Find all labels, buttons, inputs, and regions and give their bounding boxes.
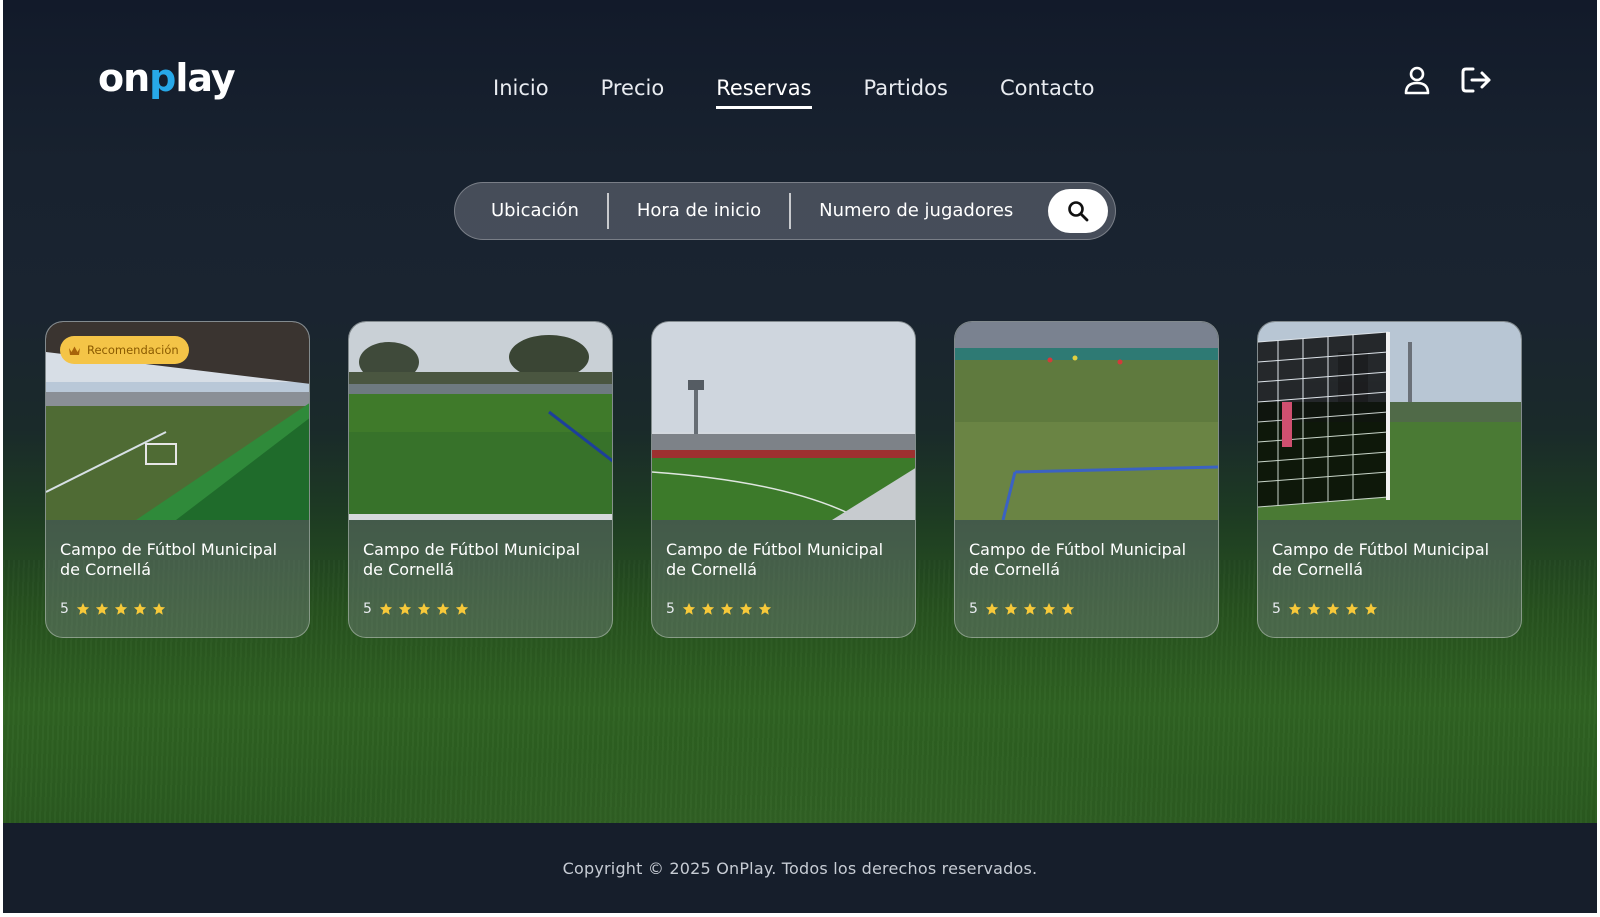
star-icon (455, 602, 469, 615)
star-icon (1288, 602, 1302, 615)
star-icon (985, 602, 999, 615)
star-icon (133, 602, 147, 615)
field-card[interactable]: Campo de Fútbol Municipal de Cornellá 5 (1257, 321, 1522, 638)
star-icon (417, 602, 431, 615)
star-icon (436, 602, 450, 615)
star-icon (114, 602, 128, 615)
nav-inicio[interactable]: Inicio (493, 76, 549, 109)
nav-contacto[interactable]: Contacto (1000, 76, 1095, 109)
rating-value: 5 (60, 601, 69, 617)
field-name: Campo de Fútbol Municipal de Cornellá (666, 540, 884, 579)
field-rating: 5 (666, 601, 772, 617)
field-name: Campo de Fútbol Municipal de Cornellá (60, 540, 278, 579)
field-name: Campo de Fútbol Municipal de Cornellá (1272, 540, 1490, 579)
nav-precio[interactable]: Precio (601, 76, 665, 109)
star-icon (1004, 602, 1018, 615)
field-rating: 5 (60, 601, 166, 617)
star-icon (1042, 602, 1056, 615)
field-photo (652, 322, 915, 520)
rating-value: 5 (1272, 601, 1281, 617)
rating-value: 5 (363, 601, 372, 617)
logout-icon (1461, 67, 1491, 93)
rating-value: 5 (666, 601, 675, 617)
page: onplay Inicio Precio Reservas Partidos C… (3, 0, 1597, 913)
rating-value: 5 (969, 601, 978, 617)
recommendation-badge: Recomendación (60, 336, 189, 364)
star-icon (682, 602, 696, 615)
field-photo (955, 322, 1218, 520)
star-icon (720, 602, 734, 615)
search-button[interactable] (1048, 189, 1108, 233)
logout-button[interactable] (1459, 62, 1495, 98)
star-icon (76, 602, 90, 615)
field-card[interactable]: Campo de Fútbol Municipal de Cornellá 5 (348, 321, 613, 638)
search-icon (1068, 201, 1089, 222)
footer: Copyright © 2025 OnPlay. Todos los derec… (3, 823, 1597, 913)
star-icon (95, 602, 109, 615)
logo-prefix: on (98, 56, 150, 100)
field-photo (349, 322, 612, 520)
field-card[interactable]: Campo de Fútbol Municipal de Cornellá 5 (954, 321, 1219, 638)
badge-label: Recomendación (87, 343, 179, 357)
field-photo (1258, 322, 1521, 520)
field-rating: 5 (1272, 601, 1378, 617)
crown-icon (69, 346, 80, 355)
location-field[interactable]: Ubicación (455, 193, 607, 229)
star-icon (1345, 602, 1359, 615)
field-rating: 5 (969, 601, 1075, 617)
profile-button[interactable] (1399, 62, 1435, 98)
logo-suffix: lay (175, 56, 235, 100)
star-icon (152, 602, 166, 615)
start-time-field[interactable]: Hora de inicio (609, 193, 789, 229)
field-cards: Recomendación Campo de Fútbol Municipal … (45, 321, 1522, 638)
copyright-text: Copyright © 2025 OnPlay. Todos los derec… (562, 858, 1038, 878)
search-bar: Ubicación Hora de inicio Numero de jugad… (454, 182, 1116, 240)
logo[interactable]: onplay (98, 56, 236, 100)
star-icon (398, 602, 412, 615)
players-field[interactable]: Numero de jugadores (791, 193, 1041, 229)
star-icon (1326, 602, 1340, 615)
star-icon (739, 602, 753, 615)
field-rating: 5 (363, 601, 469, 617)
field-name: Campo de Fútbol Municipal de Cornellá (363, 540, 581, 579)
star-icon (701, 602, 715, 615)
main-nav: Inicio Precio Reservas Partidos Contacto (493, 76, 1147, 109)
field-card[interactable]: Recomendación Campo de Fútbol Municipal … (45, 321, 310, 638)
star-icon (1061, 602, 1075, 615)
field-photo: Recomendación (46, 322, 309, 520)
star-icon (1364, 602, 1378, 615)
star-icon (1307, 602, 1321, 615)
field-name: Campo de Fútbol Municipal de Cornellá (969, 540, 1187, 579)
field-card[interactable]: Campo de Fútbol Municipal de Cornellá 5 (651, 321, 916, 638)
logo-accent: p (149, 56, 176, 100)
star-icon (758, 602, 772, 615)
star-icon (1023, 602, 1037, 615)
nav-reservas[interactable]: Reservas (716, 76, 812, 109)
nav-partidos[interactable]: Partidos (864, 76, 948, 109)
star-icon (379, 602, 393, 615)
user-icon (1404, 66, 1430, 95)
